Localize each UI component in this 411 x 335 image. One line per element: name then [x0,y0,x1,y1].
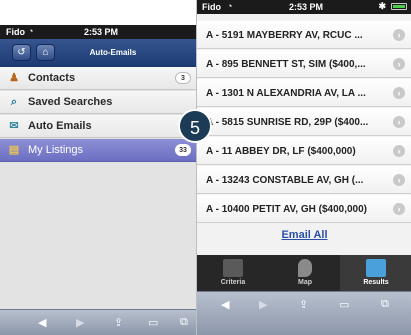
tabs-icon[interactable]: ⧉ [381,298,389,311]
criteria-icon [223,259,243,277]
status-bar: Fido ◔ 2:53 PM [0,25,196,39]
listing-address: A - 1301 N ALEXANDRIA AV, LA ... [206,88,366,99]
page-title: Auto-Emails [89,48,137,57]
browser-toolbar: ◀ ▶ ⇪ ▭ ⧉ [0,309,196,335]
battery-icon [391,3,407,10]
tab-label: Results [363,279,389,286]
menu-item-saved-searches[interactable]: ⌕ Saved Searches [0,91,196,114]
forward-arrow-icon[interactable]: ▶ [259,298,267,311]
search-icon: ⌕ [10,96,18,108]
listing-address: A - 5191 MAYBERRY AV, RCUC ... [206,30,363,41]
contact-icon: ♟ [9,72,19,84]
map-pin-icon [298,259,312,277]
listing-row[interactable]: A - 5815 SUNRISE RD, 29P ($400... › [197,108,411,136]
chevron-right-icon: › [393,29,405,41]
forward-arrow-icon[interactable]: ▶ [76,316,84,329]
chevron-right-icon: › [393,87,405,99]
listing-address: A - 895 BENNETT ST, SIM ($400,... [206,59,366,70]
menu-item-label: My Listings [28,144,84,156]
back-arrow-icon[interactable]: ◀ [221,298,229,311]
chevron-right-icon: › [393,174,405,186]
listing-address: A - 11 ABBEY DR, LF ($400,000) [206,146,356,157]
listing-address: A - 10400 PETIT AV, GH ($400,000) [206,204,368,215]
tab-criteria[interactable]: Criteria [197,255,269,291]
listing-address: A - 5815 SUNRISE RD, 29P ($400... [206,117,369,128]
chevron-right-icon: › [393,116,405,128]
carrier-label: Fido [6,27,25,37]
listing-row[interactable]: A - 10400 PETIT AV, GH ($400,000) › [197,195,411,223]
menu-item-label: Contacts [28,72,76,84]
browser-toolbar: ◀ ▶ ⇪ ▭ ⧉ [197,291,411,335]
chevron-right-icon: › [393,145,405,157]
wifi-icon: ◔ [28,26,34,36]
tab-map[interactable]: Map [269,255,341,291]
listing-row[interactable]: A - 895 BENNETT ST, SIM ($400,... › [197,50,411,78]
menu-item-my-listings[interactable]: ▤ My Listings 33 [0,139,196,162]
status-bar: Fido ◔ 2:53 PM ✱ [197,0,411,14]
tabs-icon[interactable]: ⧉ [180,316,188,329]
bookmarks-icon[interactable]: ▭ [148,316,158,329]
menu-item-label: Auto Emails [28,120,92,132]
clock-label: 2:53 PM [84,27,119,37]
listing-row[interactable]: A - 1301 N ALEXANDRIA AV, LA ... › [197,79,411,107]
tab-label: Criteria [220,279,246,286]
menu-item-auto-emails[interactable]: ✉ Auto Emails [0,115,196,138]
back-phone-screen: Fido ◔ 2:53 PM ↺ ⌂ Auto-Emails ♟ Contact… [0,25,196,335]
menu-item-label: Saved Searches [28,96,113,108]
share-icon[interactable]: ⇪ [114,316,123,329]
email-icon: ✉ [9,120,19,132]
back-arrow-icon[interactable]: ◀ [38,316,46,329]
step-number-badge: 5 [178,109,212,143]
listing-row[interactable]: A - 11 ABBEY DR, LF ($400,000) › [197,137,411,165]
email-all-link[interactable]: Email All [197,229,411,241]
bluetooth-icon: ✱ [378,1,386,11]
tab-label: Map [298,279,312,286]
tab-bar: Criteria Map Results [197,255,411,291]
listing-row[interactable]: A - 5191 MAYBERRY AV, RCUC ... › [197,21,411,49]
front-phone-screen: Fido ◔ 2:53 PM ✱ A - 5191 MAYBERRY AV, R… [196,0,411,335]
tab-results[interactable]: Results [340,255,411,291]
share-icon[interactable]: ⇪ [299,298,308,311]
count-badge: 3 [175,72,191,84]
bookmarks-icon[interactable]: ▭ [339,298,349,311]
menu-item-contacts[interactable]: ♟ Contacts 3 [0,67,196,90]
wifi-icon: ◔ [227,1,233,11]
carrier-label: Fido [202,2,221,12]
nav-header: ↺ ⌂ Auto-Emails [0,39,196,67]
listing-address: A - 13243 CONSTABLE AV, GH (... [206,175,364,186]
listings-icon: ▤ [8,144,20,156]
results-list-icon [366,259,386,277]
listing-row[interactable]: A - 13243 CONSTABLE AV, GH (... › [197,166,411,194]
chevron-right-icon: › [393,58,405,70]
chevron-right-icon: › [393,203,405,215]
count-badge: 33 [175,144,191,156]
clock-label: 2:53 PM [289,2,324,12]
